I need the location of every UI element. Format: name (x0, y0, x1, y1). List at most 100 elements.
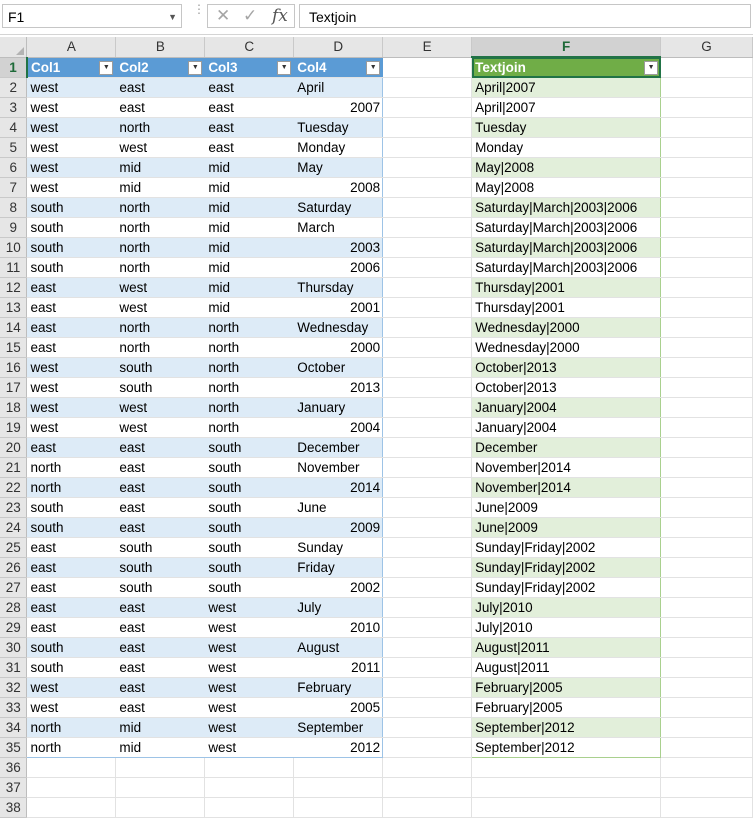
row-header-18[interactable]: 18 (0, 397, 28, 418)
table-cell[interactable]: east (26, 577, 117, 598)
filter-dropdown-icon[interactable]: ▼ (644, 61, 659, 75)
result-cell[interactable]: Saturday|March|2003|2006 (471, 237, 662, 258)
row-header-29[interactable]: 29 (0, 617, 28, 638)
table-cell[interactable]: east (26, 617, 117, 638)
table-cell[interactable]: 2000 (293, 337, 384, 358)
cell-e12[interactable] (382, 277, 473, 298)
result-cell[interactable]: Tuesday (471, 117, 662, 138)
row-header-12[interactable]: 12 (0, 277, 28, 298)
cell-d36[interactable] (293, 757, 384, 778)
table-cell[interactable]: Tuesday (293, 117, 384, 138)
table-cell[interactable]: south (26, 217, 117, 238)
table-cell[interactable]: May (293, 157, 384, 178)
table-cell[interactable]: 2002 (293, 577, 384, 598)
table-cell[interactable]: June (293, 497, 384, 518)
row-header-3[interactable]: 3 (0, 97, 28, 118)
row-header-23[interactable]: 23 (0, 497, 28, 518)
result-cell[interactable]: Saturday|March|2003|2006 (471, 217, 662, 238)
table-cell[interactable]: 2010 (293, 617, 384, 638)
table-cell[interactable]: south (115, 557, 206, 578)
table-cell[interactable]: east (26, 277, 117, 298)
cell-g13[interactable] (660, 297, 753, 318)
table-cell[interactable]: Saturday (293, 197, 384, 218)
table-cell[interactable]: January (293, 397, 384, 418)
table-cell[interactable]: south (26, 257, 117, 278)
cell-e8[interactable] (382, 197, 473, 218)
result-cell[interactable]: Thursday|2001 (471, 297, 662, 318)
row-header-25[interactable]: 25 (0, 537, 28, 558)
cell-e24[interactable] (382, 517, 473, 538)
cell-g17[interactable] (660, 377, 753, 398)
cell-g6[interactable] (660, 157, 753, 178)
row-header-33[interactable]: 33 (0, 697, 28, 718)
cell-e10[interactable] (382, 237, 473, 258)
table-cell[interactable]: 2013 (293, 377, 384, 398)
filter-dropdown-icon[interactable]: ▼ (188, 60, 203, 75)
row-header-13[interactable]: 13 (0, 297, 28, 318)
table-cell[interactable]: mid (204, 197, 295, 218)
table-cell[interactable]: mid (204, 277, 295, 298)
table-cell[interactable]: west (204, 617, 295, 638)
table-cell[interactable]: north (115, 197, 206, 218)
cell-g28[interactable] (660, 597, 753, 618)
row-header-19[interactable]: 19 (0, 417, 28, 438)
cell-a37[interactable] (26, 777, 117, 798)
row-header-14[interactable]: 14 (0, 317, 28, 338)
table-cell[interactable]: mid (115, 737, 206, 758)
cell-e35[interactable] (382, 737, 473, 758)
cell-e20[interactable] (382, 437, 473, 458)
cell-g3[interactable] (660, 97, 753, 118)
column-header-e[interactable]: E (382, 37, 473, 58)
table-header-cell[interactable]: Col4 ▼ (293, 57, 384, 78)
cell-e36[interactable] (382, 757, 473, 778)
row-header-10[interactable]: 10 (0, 237, 28, 258)
result-cell[interactable]: Saturday|March|2003|2006 (471, 197, 662, 218)
table-cell[interactable]: 2001 (293, 297, 384, 318)
table-cell[interactable]: mid (204, 157, 295, 178)
cell-g34[interactable] (660, 717, 753, 738)
cell-e21[interactable] (382, 457, 473, 478)
cell-g27[interactable] (660, 577, 753, 598)
table-cell[interactable]: 2006 (293, 257, 384, 278)
table-cell[interactable]: mid (204, 257, 295, 278)
table-cell[interactable]: north (26, 737, 117, 758)
table-cell[interactable]: east (115, 77, 206, 98)
row-header-26[interactable]: 26 (0, 557, 28, 578)
table-cell[interactable]: east (26, 597, 117, 618)
table-header-cell[interactable]: Col3 ▼ (204, 57, 295, 78)
result-cell[interactable]: Saturday|March|2003|2006 (471, 257, 662, 278)
cell-g35[interactable] (660, 737, 753, 758)
row-header-35[interactable]: 35 (0, 737, 28, 758)
table-cell[interactable]: south (204, 537, 295, 558)
cell-e16[interactable] (382, 357, 473, 378)
cell-g16[interactable] (660, 357, 753, 378)
formula-input[interactable]: Textjoin (299, 4, 751, 28)
cell-a36[interactable] (26, 757, 117, 778)
row-header-32[interactable]: 32 (0, 677, 28, 698)
row-header-11[interactable]: 11 (0, 257, 28, 278)
table-cell[interactable]: east (115, 477, 206, 498)
result-cell[interactable]: May|2008 (471, 177, 662, 198)
cell-e7[interactable] (382, 177, 473, 198)
cell-e25[interactable] (382, 537, 473, 558)
table-cell[interactable]: Wednesday (293, 317, 384, 338)
table-cell[interactable]: west (115, 397, 206, 418)
cell-e37[interactable] (382, 777, 473, 798)
table-cell[interactable]: north (26, 717, 117, 738)
row-header-27[interactable]: 27 (0, 577, 28, 598)
cell-e29[interactable] (382, 617, 473, 638)
table-cell[interactable]: 2003 (293, 237, 384, 258)
cell-e13[interactable] (382, 297, 473, 318)
column-header-f[interactable]: F (471, 37, 662, 58)
cell-f37[interactable] (471, 777, 662, 798)
sort-filter-icon[interactable]: ▼ (277, 60, 292, 75)
table-cell[interactable]: east (204, 137, 295, 158)
result-cell[interactable]: October|2013 (471, 357, 662, 378)
cell-g36[interactable] (660, 757, 753, 778)
cell-g22[interactable] (660, 477, 753, 498)
table-header-cell[interactable]: Col2 ▼ (115, 57, 206, 78)
table-cell[interactable]: west (115, 297, 206, 318)
table-cell[interactable]: east (26, 557, 117, 578)
row-header-15[interactable]: 15 (0, 337, 28, 358)
table-cell[interactable]: east (115, 517, 206, 538)
